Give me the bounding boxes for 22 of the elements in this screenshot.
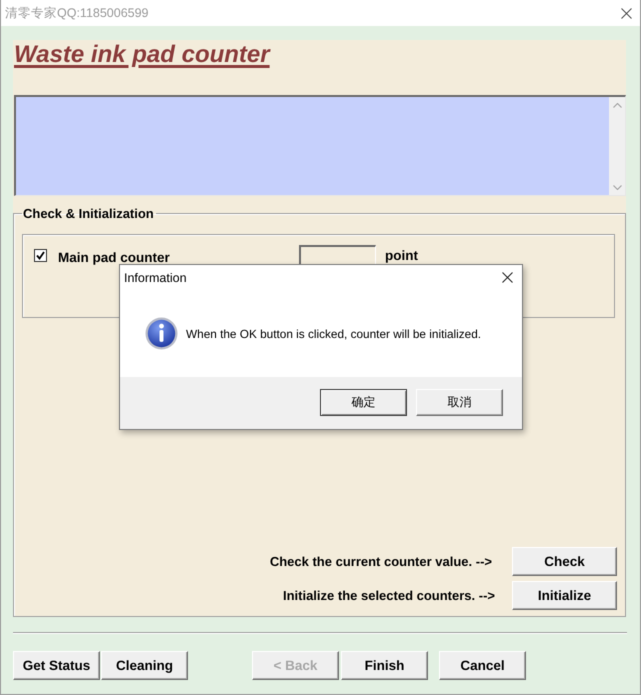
initialize-button[interactable]: Initialize [512,581,617,610]
cancel-button[interactable]: 取消 [416,389,503,416]
close-icon[interactable] [621,8,632,18]
close-icon[interactable] [502,272,513,283]
dialog-title: Information [124,270,187,284]
action-hint: Check the current counter value. --> [270,554,492,569]
group-title: Check & Initialization [22,206,155,221]
counter-label: Main pad counter [58,251,170,265]
dialog-message: When the OK button is clicked, counter will be initialized. [186,326,482,340]
action-hint: Initialize the selected counters. --> [282,588,495,603]
get-status-button[interactable]: Get Status [13,651,100,680]
cancel-button[interactable]: Cancel [439,651,526,680]
ok-button[interactable]: 确定 [320,389,407,416]
window-title: 清零专家QQ:1185006599 [5,4,149,22]
output-text-area[interactable] [14,95,626,196]
checkbox[interactable] [34,249,47,262]
unit-label: point [385,249,418,263]
cleaning-button[interactable]: Cleaning [101,651,188,680]
page-title: Waste ink pad counter [14,41,270,68]
check-button[interactable]: Check [512,547,617,576]
finish-button[interactable]: Finish [341,651,428,680]
info-icon [145,317,178,350]
